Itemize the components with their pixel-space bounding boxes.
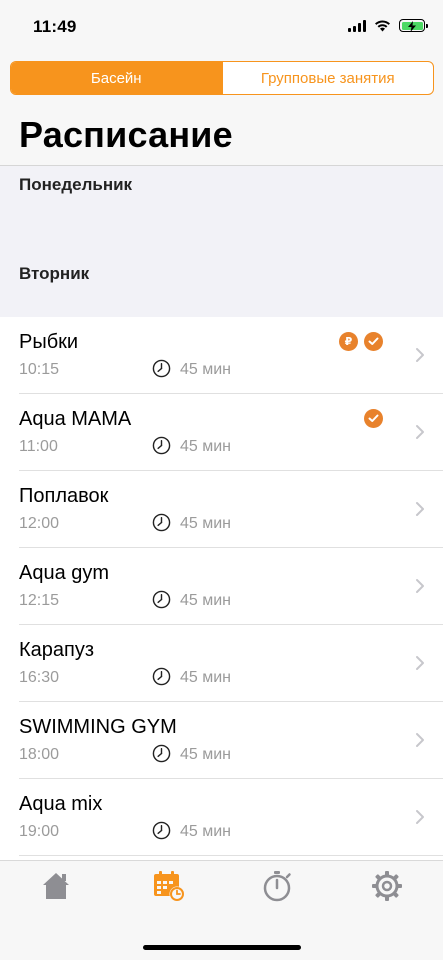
status-bar: 11:49 (0, 0, 443, 54)
ruble-badge-icon: ₽ (339, 332, 358, 351)
clock-icon (152, 359, 171, 378)
segment-group-classes[interactable]: Групповые занятия (221, 62, 434, 94)
schedule-row[interactable]: Рыбки 10:15 45 мин ₽ (0, 317, 443, 394)
class-start-time: 11:00 (19, 438, 58, 455)
clock-icon (152, 436, 171, 455)
home-icon[interactable] (39, 869, 73, 903)
class-duration: 45 мин (180, 823, 232, 840)
checkmark-badge-icon (364, 409, 383, 428)
chevron-right-icon (416, 502, 424, 516)
calendar-clock-icon[interactable] (152, 869, 186, 903)
chevron-right-icon (416, 733, 424, 747)
status-time: 11:49 (33, 17, 77, 36)
class-duration: 45 мин (180, 438, 232, 455)
class-start-time: 18:00 (19, 746, 60, 763)
status-icons (348, 19, 428, 32)
day-section-tuesday: Вторник (0, 242, 443, 317)
class-duration: 45 мин (180, 515, 232, 532)
class-duration: 45 мин (180, 592, 232, 609)
chevron-right-icon (416, 579, 424, 593)
checkmark-badge-icon (364, 332, 383, 351)
cellular-signal-icon (348, 19, 366, 32)
class-start-time: 12:15 (19, 592, 60, 609)
schedule-row[interactable]: Aqua gym 12:15 45 мин (0, 548, 443, 625)
schedule-row[interactable]: Поплавок 12:00 45 мин (0, 471, 443, 548)
class-start-time: 16:30 (19, 669, 60, 686)
clock-icon (152, 667, 171, 686)
tab-bar (0, 860, 443, 960)
clock-icon (152, 513, 171, 532)
day-section-monday: Понедельник (0, 167, 443, 242)
class-title: Aqua MAMA (19, 408, 132, 430)
gear-icon[interactable] (370, 869, 404, 903)
class-title: Карапуз (19, 639, 95, 661)
segment-pool[interactable]: Басейн (11, 62, 222, 94)
class-title: Поплавок (19, 485, 109, 507)
class-duration: 45 мин (180, 746, 232, 763)
class-title: Aqua mix (19, 793, 103, 815)
schedule-list[interactable]: Рыбки 10:15 45 мин ₽ Aqua MAMA 11:00 45 … (0, 317, 443, 860)
wifi-icon (375, 19, 390, 31)
stopwatch-icon[interactable] (260, 869, 294, 903)
schedule-row[interactable]: Aqua MAMA 11:00 45 мин (0, 394, 443, 471)
class-start-time: 10:15 (19, 361, 60, 378)
day-header-tuesday: Вторник (19, 264, 90, 283)
chevron-right-icon (416, 656, 424, 670)
badges: ₽ (339, 332, 383, 351)
segmented-control[interactable]: Басейн Групповые занятия (10, 61, 434, 95)
chevron-right-icon (416, 348, 424, 362)
schedule-row[interactable]: Aqua mix 19:00 45 мин (0, 779, 443, 856)
chevron-right-icon (416, 425, 424, 439)
chevron-right-icon (416, 810, 424, 824)
schedule-row[interactable]: SWIMMING GYM 18:00 45 мин (0, 702, 443, 779)
page-title: Расписание (19, 114, 233, 155)
home-indicator[interactable] (143, 945, 301, 950)
class-title: Рыбки (19, 331, 79, 353)
class-start-time: 19:00 (19, 823, 60, 840)
class-start-time: 12:00 (19, 515, 60, 532)
schedule-row[interactable]: Карапуз 16:30 45 мин (0, 625, 443, 702)
battery-charging-icon (399, 19, 428, 32)
class-duration: 45 мин (180, 361, 232, 378)
class-title: SWIMMING GYM (19, 716, 177, 738)
clock-icon (152, 590, 171, 609)
clock-icon (152, 821, 171, 840)
class-title: Aqua gym (19, 562, 110, 584)
class-duration: 45 мин (180, 669, 232, 686)
clock-icon (152, 744, 171, 763)
navigation-header: Басейн Групповые занятия Расписание (0, 54, 443, 166)
badges (364, 409, 383, 428)
day-header-monday: Понедельник (19, 175, 133, 194)
